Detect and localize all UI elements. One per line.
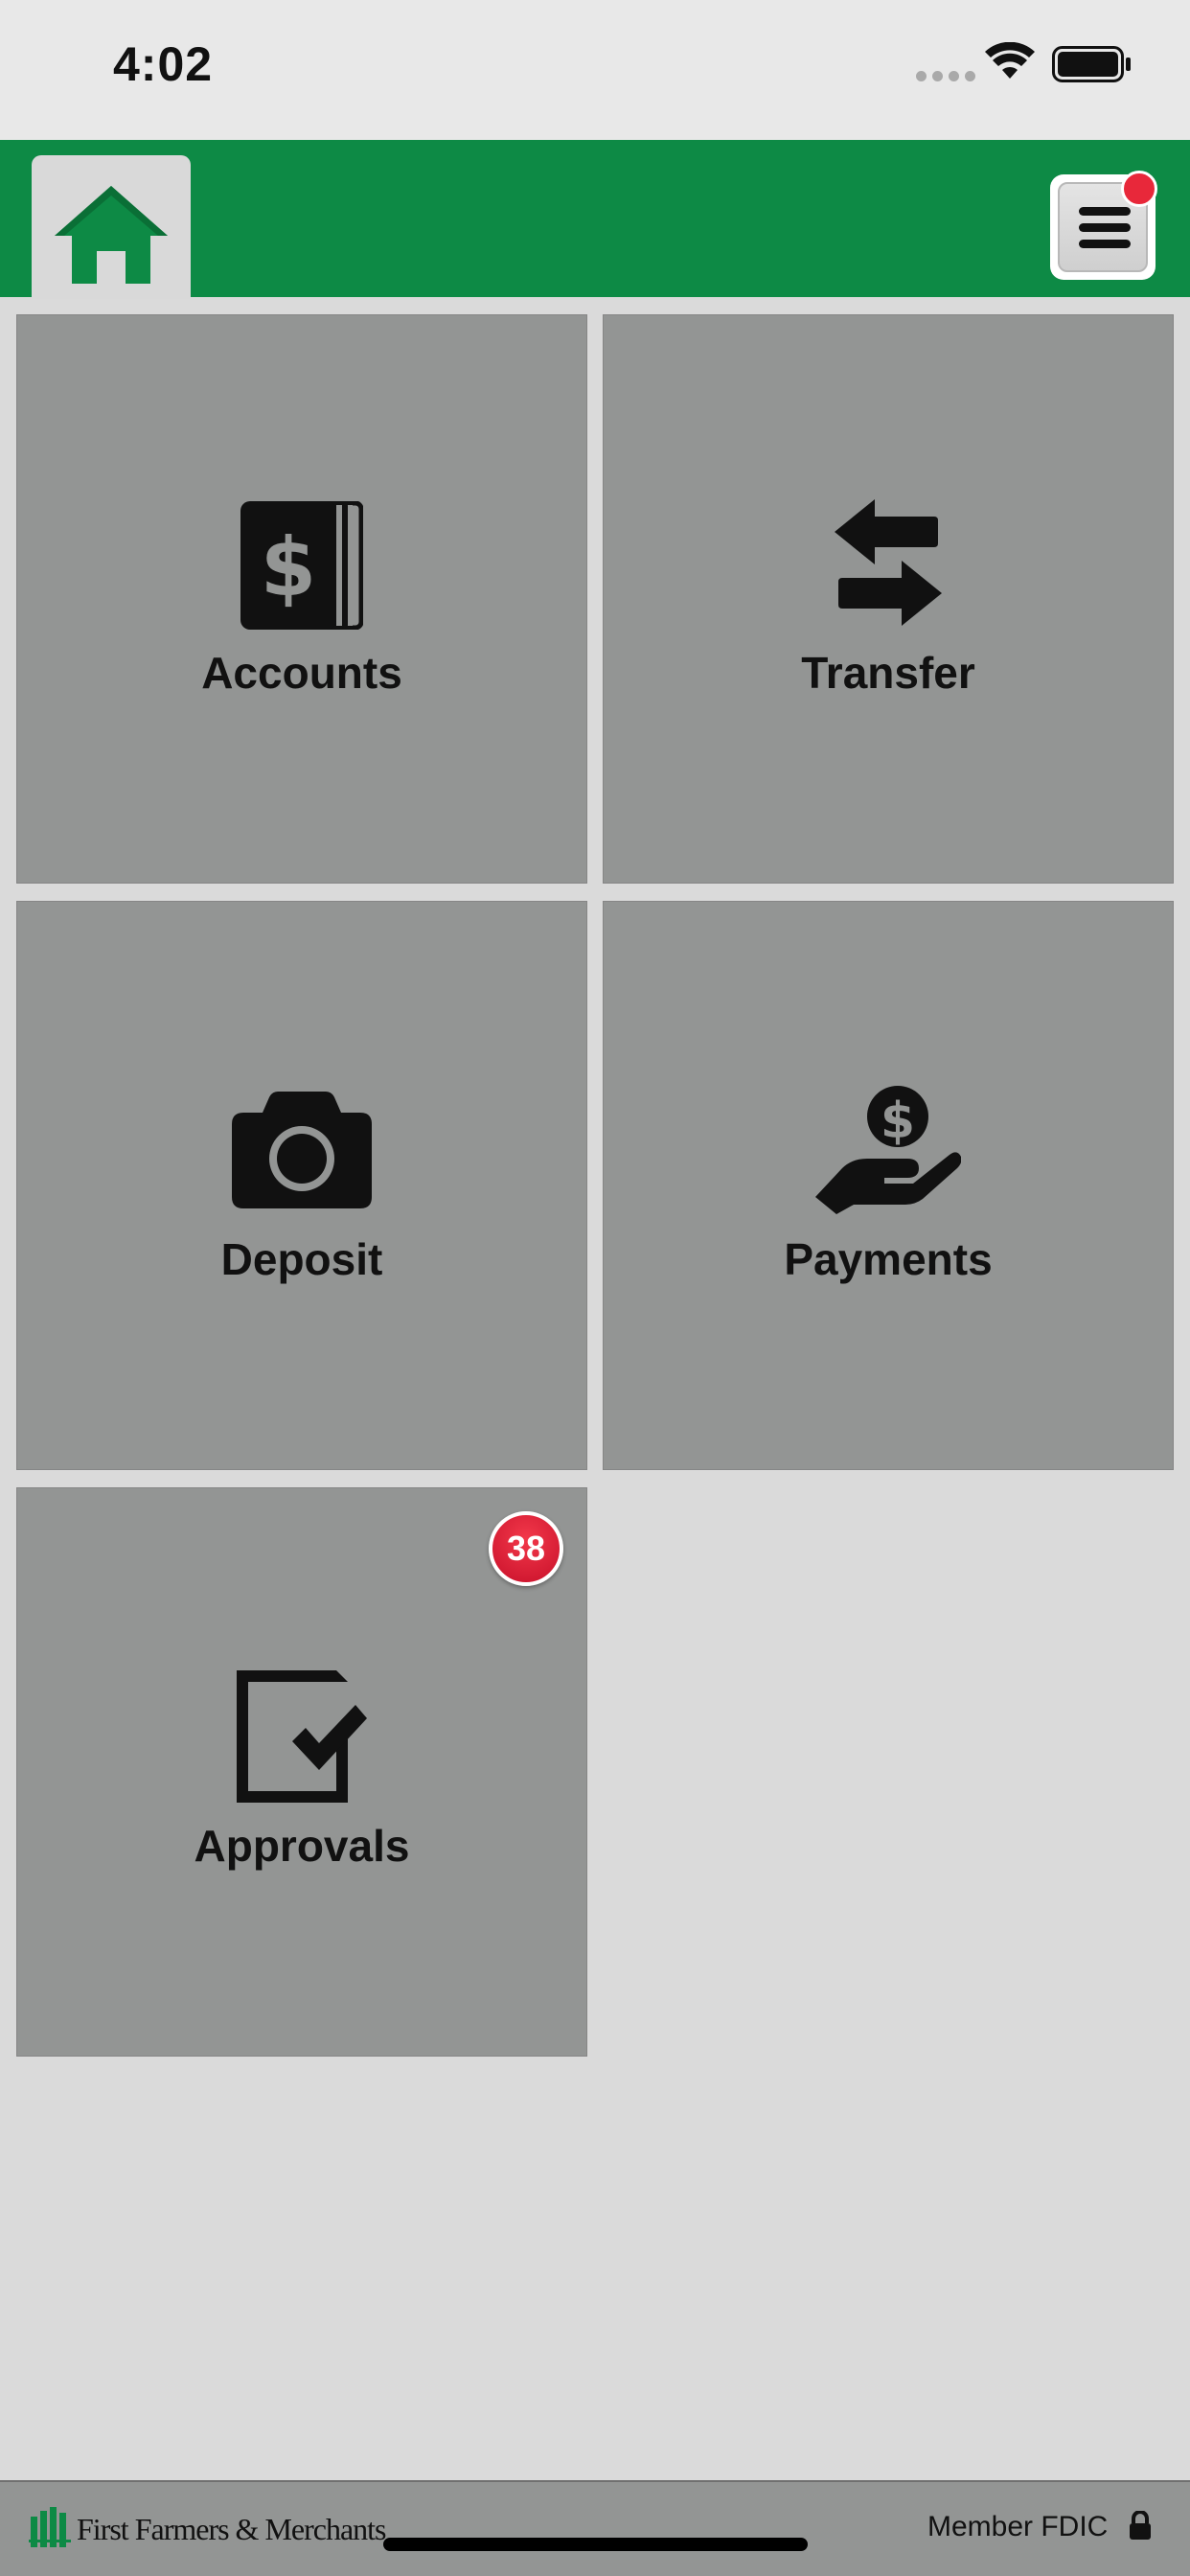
status-time: 4:02 (113, 37, 214, 91)
home-indicator[interactable] (383, 2538, 808, 2551)
home-icon (55, 186, 168, 284)
svg-text:$: $ (261, 520, 316, 614)
wifi-icon (985, 42, 1035, 79)
checked-document-icon (237, 1670, 367, 1803)
dollar-bill-stack-icon: $ (240, 501, 363, 630)
hand-coin-icon: $ (815, 1086, 961, 1214)
menu-button[interactable] (1050, 171, 1157, 280)
tile-label: Approvals (194, 1821, 410, 1871)
battery-icon (1052, 46, 1131, 82)
wheat-logo-icon (29, 2507, 71, 2547)
cellular-signal-icon (916, 71, 975, 81)
transfer-tile[interactable]: Transfer (603, 314, 1174, 884)
camera-icon (232, 1092, 372, 1208)
home-tab[interactable] (32, 155, 191, 299)
payments-tile[interactable]: $ Payments (603, 901, 1174, 1470)
approvals-tile[interactable]: Approvals 38 (16, 1487, 587, 2057)
tile-label: Transfer (801, 648, 975, 698)
accounts-tile[interactable]: $ Accounts (16, 314, 587, 884)
svg-text:$: $ (881, 1092, 915, 1150)
transfer-arrows-icon (835, 499, 942, 626)
lock-icon (1130, 2511, 1151, 2540)
tile-label: Deposit (220, 1234, 383, 1284)
notification-dot (1121, 171, 1157, 207)
tile-label: Payments (784, 1234, 993, 1284)
approvals-count-badge: 38 (489, 1511, 563, 1586)
deposit-tile[interactable]: Deposit (16, 901, 587, 1470)
footer: First Farmers & Merchants Member FDIC (0, 2480, 1190, 2576)
member-fdic-text: Member FDIC (927, 2511, 1109, 2542)
brand-name: First Farmers & Merchants (77, 2512, 386, 2546)
status-bar: 4:02 (0, 0, 1190, 140)
brand-logo: First Farmers & Merchants (29, 2507, 386, 2547)
tile-label: Accounts (201, 648, 402, 698)
app-header (0, 140, 1190, 299)
